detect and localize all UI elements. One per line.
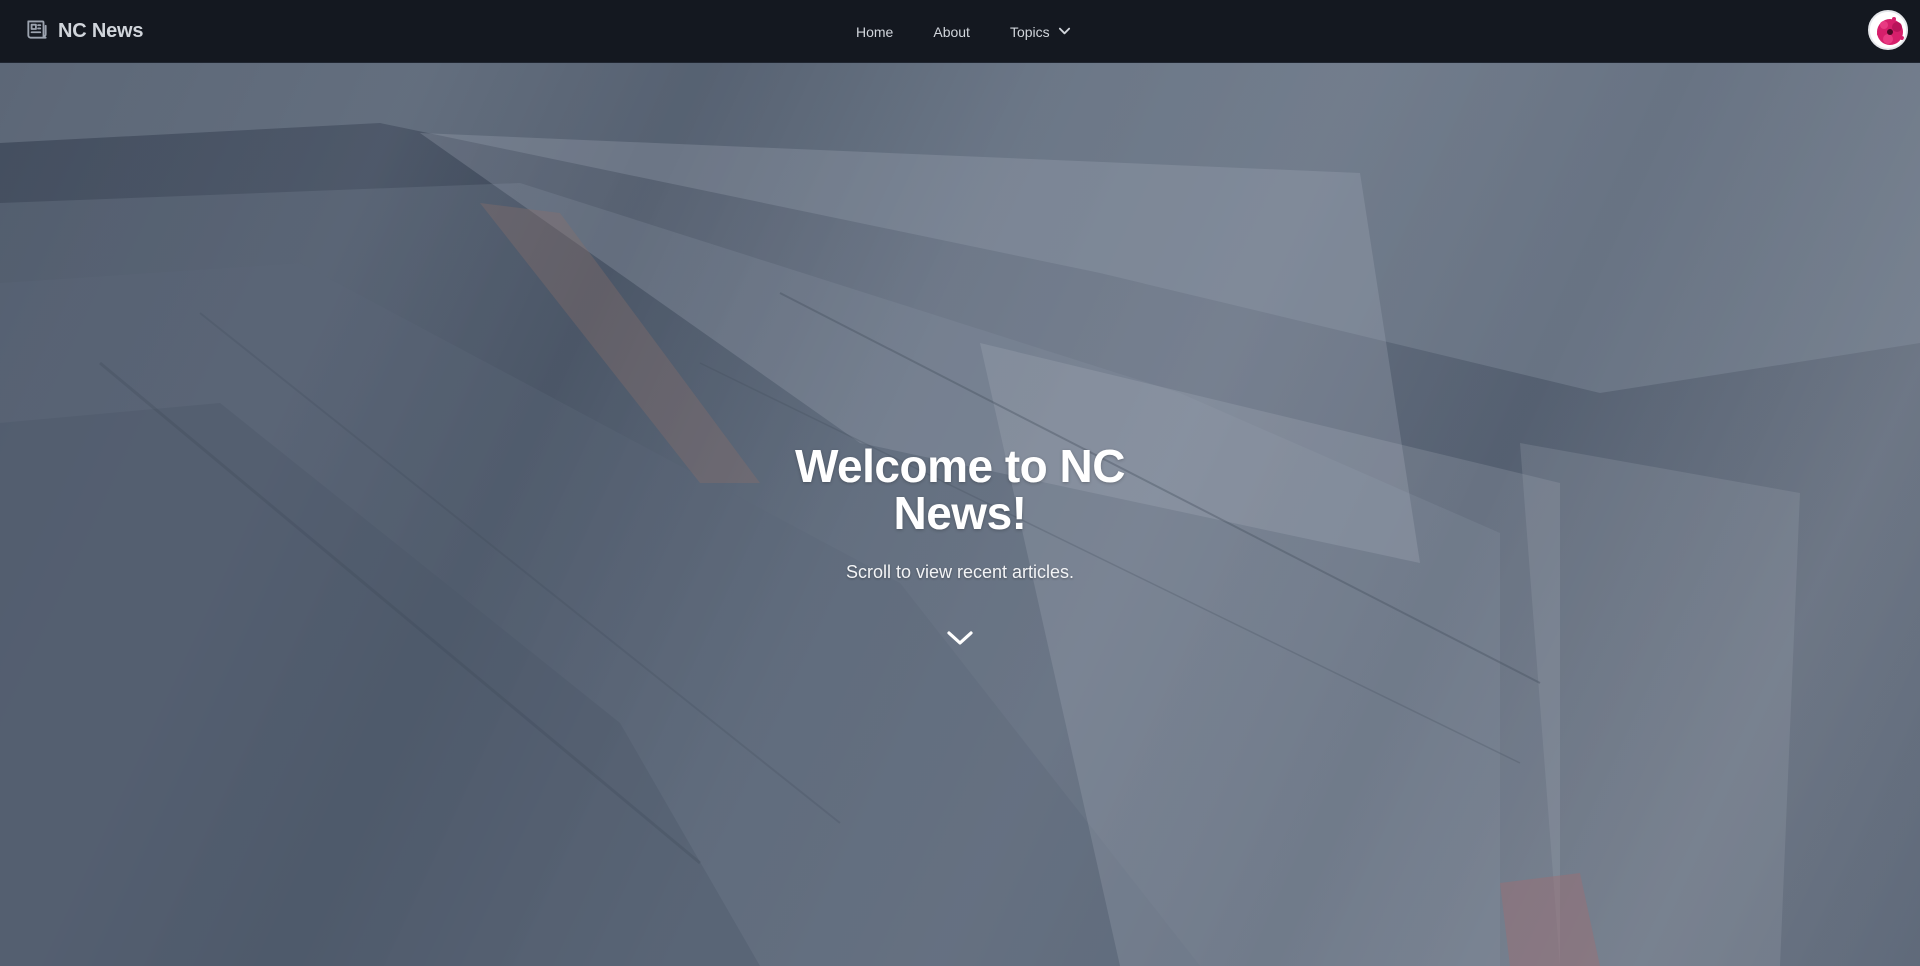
chevron-down-icon (945, 627, 975, 649)
nav-home-link[interactable]: Home (856, 24, 893, 40)
hero-banner: Welcome to NC News! Scroll to view recen… (0, 63, 1920, 966)
main-nav: Home About Topics (856, 0, 1111, 63)
nav-topics-dropdown[interactable]: Topics (1010, 24, 1071, 40)
newspaper-icon (24, 16, 50, 47)
nav-about-link[interactable]: About (933, 24, 970, 40)
brand-logo-link[interactable]: NC News (24, 0, 143, 63)
hero-subtitle: Scroll to view recent articles. (845, 562, 1075, 582)
user-avatar[interactable] (1868, 10, 1908, 50)
chevron-down-icon (1058, 24, 1071, 40)
top-navbar: NC News Home About Topics (0, 0, 1920, 63)
brand-name: NC News (58, 20, 144, 42)
hero-title: Welcome to NC News! (794, 440, 1126, 539)
hero-content: Welcome to NC News! Scroll to view recen… (0, 63, 1920, 966)
nav-topics-label: Topics (1009, 23, 1050, 40)
scroll-down-button[interactable] (945, 627, 975, 649)
